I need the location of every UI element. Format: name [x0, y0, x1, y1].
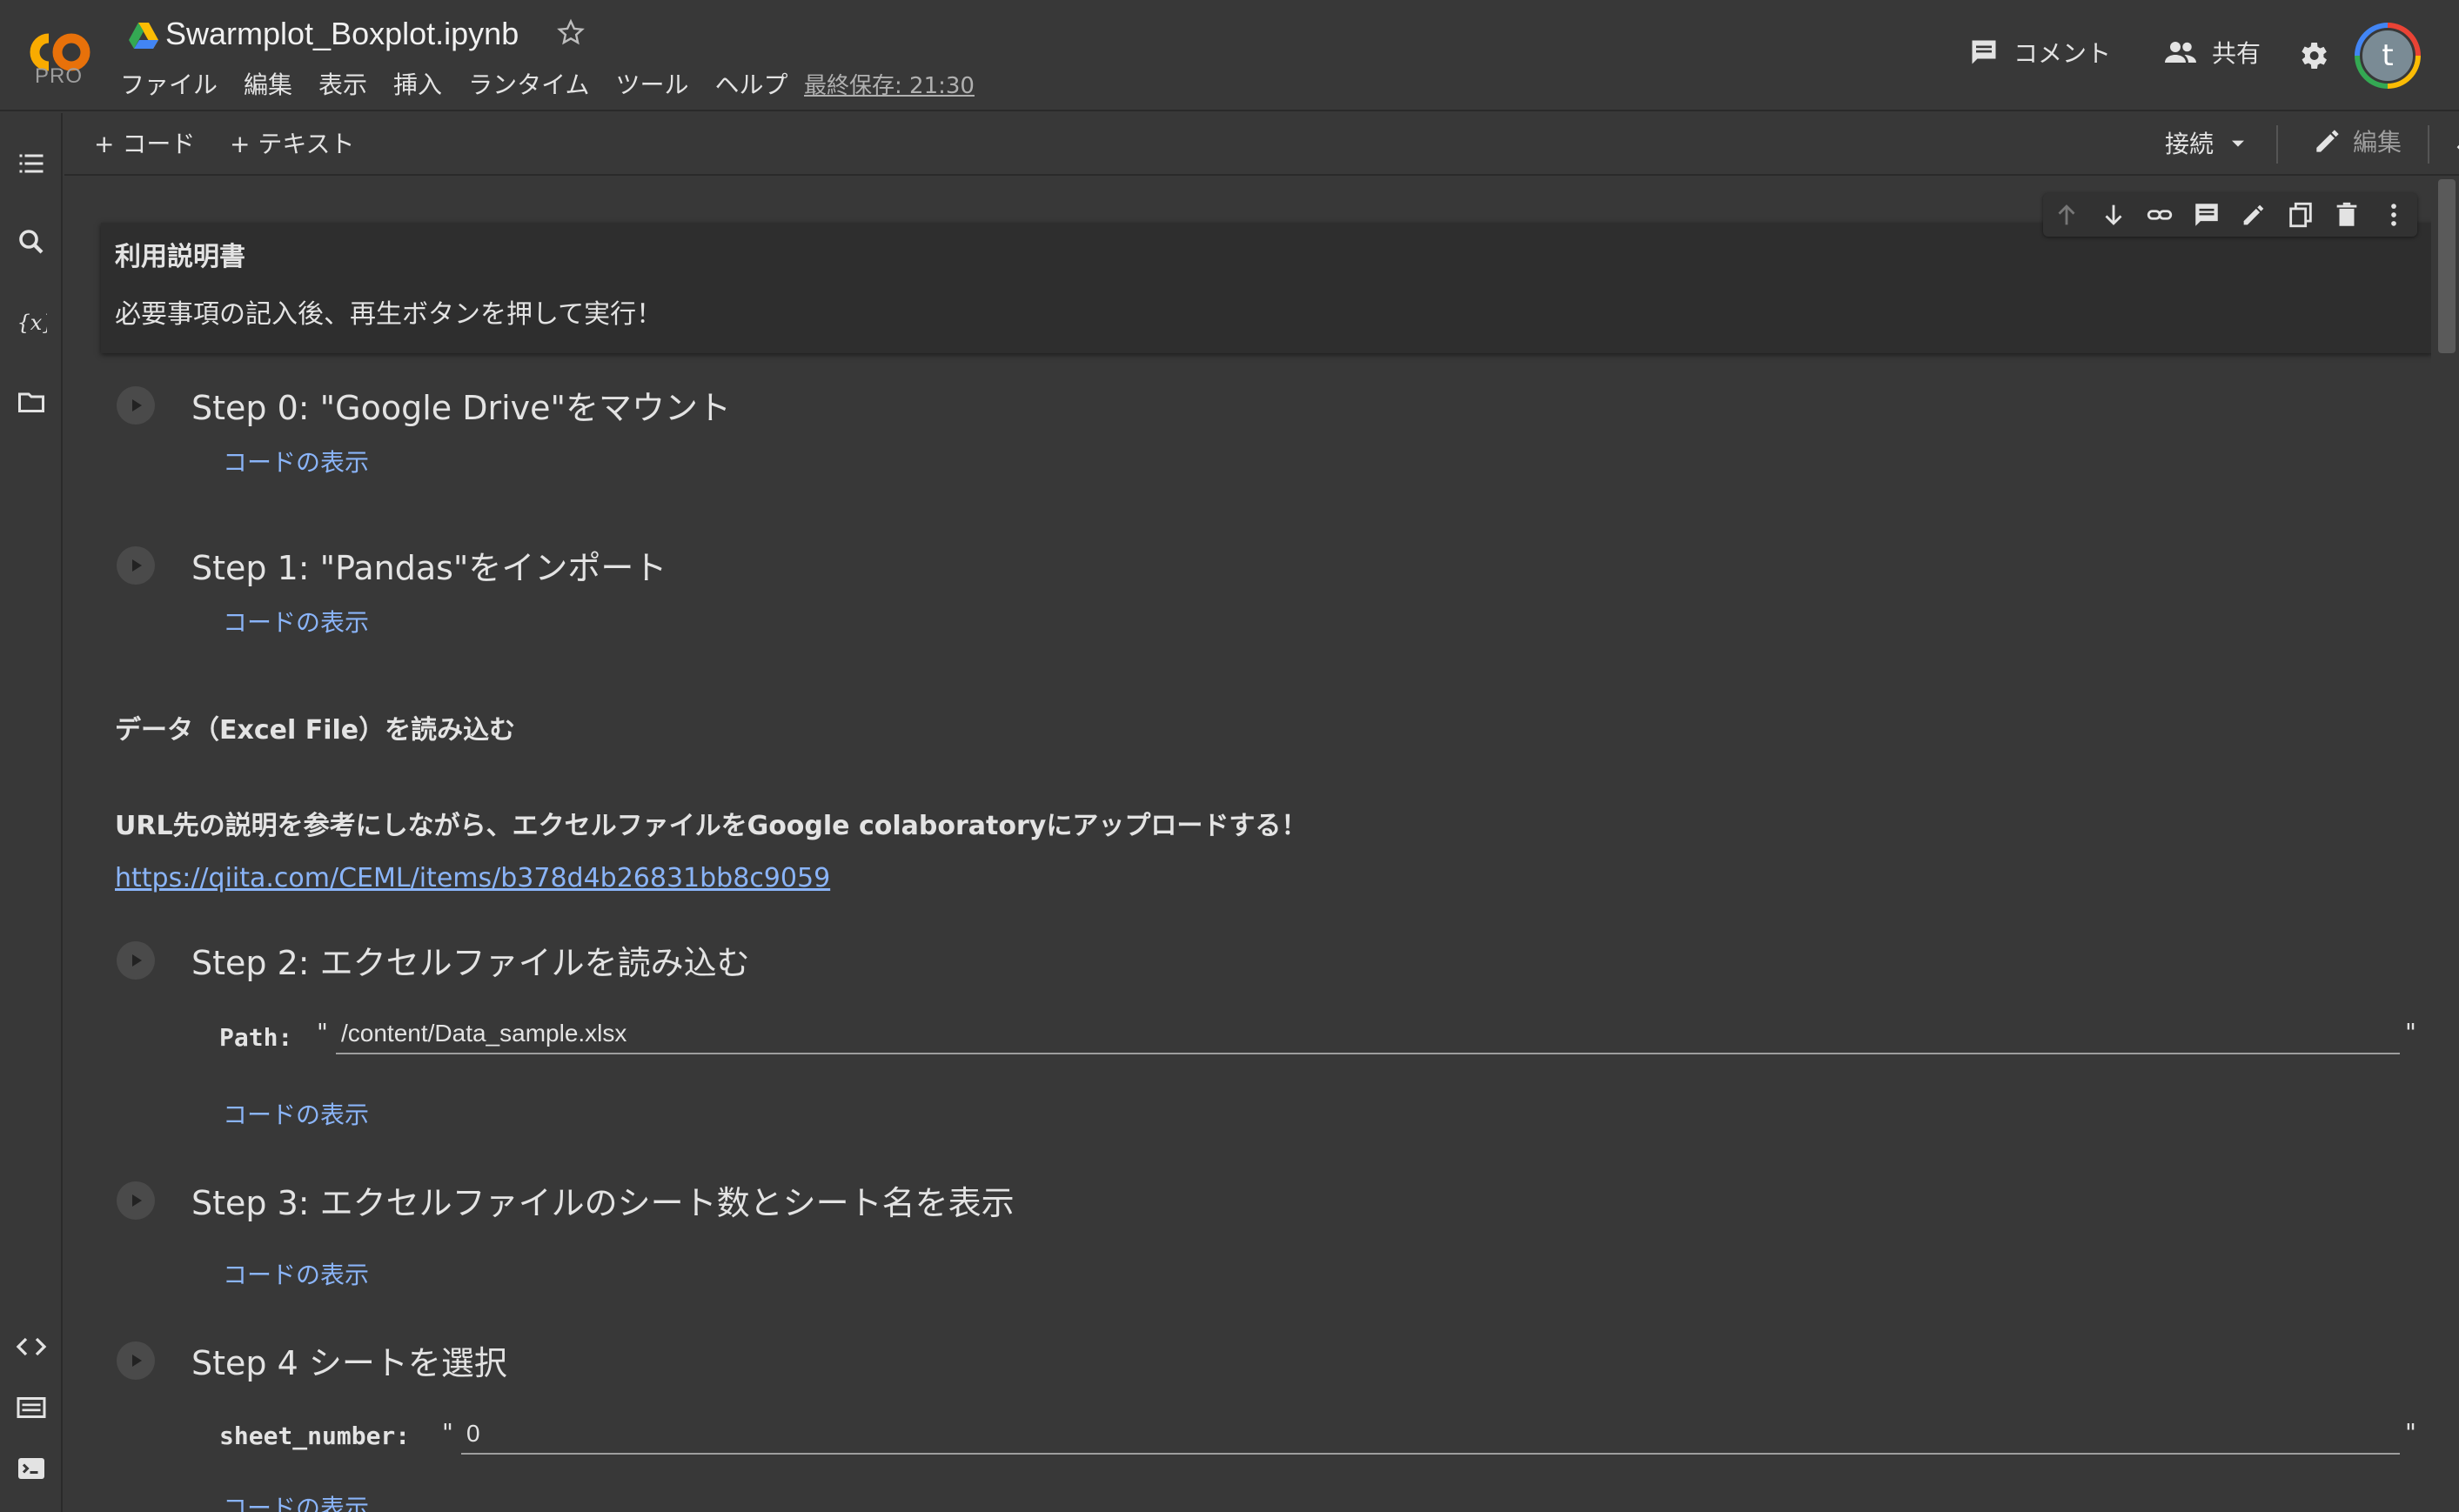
path-input[interactable] [336, 1014, 2400, 1054]
menu-insert[interactable]: 挿入 [393, 66, 442, 101]
notebook-content: 利用説明書 必要事項の記入後、再生ボタンを押して実行！ Step 0: "Goo… [64, 177, 2431, 1512]
scrollbar-thumb[interactable] [2438, 179, 2456, 353]
people-icon [2165, 42, 2196, 63]
play-icon [132, 399, 142, 411]
move-up-icon[interactable] [2052, 200, 2081, 230]
step4-show-code[interactable]: コードの表示 [223, 1489, 369, 1512]
intro-body: 必要事項の記入後、再生ボタンを押して実行！ [115, 299, 663, 330]
step0-title: Step 0: "Google Drive"をマウント [191, 389, 732, 427]
connect-label: 接続 [2165, 130, 2214, 158]
add-text-button[interactable]: + テキスト [230, 125, 355, 160]
avatar-initial: t [2360, 28, 2415, 84]
add-code-button[interactable]: + コード [94, 125, 195, 160]
search-icon[interactable] [16, 226, 47, 258]
play-icon [132, 559, 142, 572]
menu-edit[interactable]: 編集 [244, 66, 292, 101]
sheet-close-quote: " [2405, 1418, 2416, 1447]
scrollbar-track [2435, 177, 2459, 1512]
notebook-title[interactable]: Swarmplot_Boxplot.ipynb [165, 16, 519, 52]
comment-label: コメント [2013, 39, 2112, 68]
gear-icon[interactable] [2295, 38, 2330, 73]
toolbar-divider [2276, 125, 2278, 164]
step2-show-code[interactable]: コードの表示 [223, 1096, 369, 1131]
edit-label: 編集 [2353, 128, 2402, 157]
run-step0-button[interactable] [117, 386, 155, 425]
run-step3-button[interactable] [117, 1181, 155, 1220]
run-step2-button[interactable] [117, 941, 155, 980]
pencil-icon [2316, 130, 2339, 152]
path-close-quote: " [2405, 1018, 2416, 1047]
header-bar: PRO Swarmplot_Boxplot.ipynb ファイル 編集 表示 挿… [0, 0, 2459, 111]
qiita-link[interactable]: https://qiita.com/CEML/items/b378d4b2683… [115, 863, 830, 893]
intro-heading: 利用説明書 [115, 242, 245, 272]
chevron-up-icon[interactable] [2450, 129, 2459, 160]
menu-runtime[interactable]: ランタイム [468, 66, 589, 101]
google-drive-icon [129, 23, 158, 49]
step1-show-code[interactable]: コードの表示 [223, 604, 369, 639]
terminal-icon[interactable] [16, 1453, 47, 1484]
menu-help[interactable]: ヘルプ [715, 66, 788, 101]
step4-title: Step 4 シートを選択 [191, 1344, 507, 1382]
menu-bar: ファイル 編集 表示 挿入 ランタイム ツール ヘルプ [120, 66, 814, 101]
sheet-open-quote: " [442, 1418, 453, 1447]
edit-button[interactable]: 編集 [2311, 124, 2402, 158]
account-avatar[interactable]: t [2355, 23, 2421, 89]
code-snippets-icon[interactable] [16, 1331, 47, 1362]
play-icon [132, 1355, 142, 1367]
menu-file[interactable]: ファイル [120, 66, 218, 101]
play-icon [132, 1194, 142, 1207]
sheet-number-label: sheet_number: [219, 1422, 411, 1450]
pencil-icon[interactable] [2239, 200, 2268, 230]
step3-title: Step 3: エクセルファイルのシート数とシート名を表示 [191, 1184, 1015, 1222]
trash-icon[interactable] [2332, 200, 2362, 230]
path-label: Path: [219, 1023, 293, 1052]
svg-text:{x}: {x} [17, 311, 48, 335]
star-icon[interactable] [555, 17, 586, 49]
run-step1-button[interactable] [117, 546, 155, 585]
link-icon[interactable] [2145, 200, 2174, 230]
share-label: 共有 [2212, 39, 2261, 68]
data-heading: データ（Excel File）を読み込む [115, 715, 516, 746]
selected-text-cell[interactable] [101, 223, 2431, 353]
more-vert-icon[interactable] [2379, 200, 2409, 230]
folder-icon[interactable] [16, 386, 47, 418]
step3-show-code[interactable]: コードの表示 [223, 1256, 369, 1291]
comment-icon [1972, 40, 1996, 64]
play-icon [132, 954, 142, 967]
path-open-quote: " [317, 1018, 328, 1047]
menu-tools[interactable]: ツール [616, 66, 689, 101]
variables-icon[interactable]: {x} [16, 306, 48, 338]
step1-title: Step 1: "Pandas"をインポート [191, 549, 667, 587]
notebook-toolbar: + コード + テキスト 接続 編集 [64, 113, 2459, 176]
mirror-cell-icon[interactable] [2286, 200, 2315, 230]
step2-title: Step 2: エクセルファイルを読み込む [191, 944, 750, 982]
sheet-number-input[interactable] [461, 1415, 2400, 1455]
menu-view[interactable]: 表示 [318, 66, 367, 101]
upload-instruction: URL先の説明を参考にしながら、エクセルファイルをGoogle colabora… [115, 811, 1308, 841]
toolbar-divider [2428, 125, 2429, 164]
left-sidebar: {x} [0, 113, 63, 1512]
table-of-contents-icon[interactable] [16, 148, 47, 179]
cell-toolbar [2043, 193, 2417, 237]
last-saved-link[interactable]: 最終保存: 21:30 [804, 68, 975, 100]
run-step4-button[interactable] [117, 1341, 155, 1380]
comment-button[interactable]: コメント [1968, 35, 2111, 70]
pro-badge: PRO [35, 64, 84, 88]
connect-button[interactable]: 接続 [2165, 125, 2250, 160]
move-down-icon[interactable] [2099, 200, 2128, 230]
step0-show-code[interactable]: コードの表示 [223, 444, 369, 478]
share-button[interactable]: 共有 [2163, 35, 2261, 70]
command-palette-icon[interactable] [16, 1392, 47, 1423]
comment-icon[interactable] [2192, 200, 2221, 230]
chevron-down-icon [2232, 140, 2245, 147]
